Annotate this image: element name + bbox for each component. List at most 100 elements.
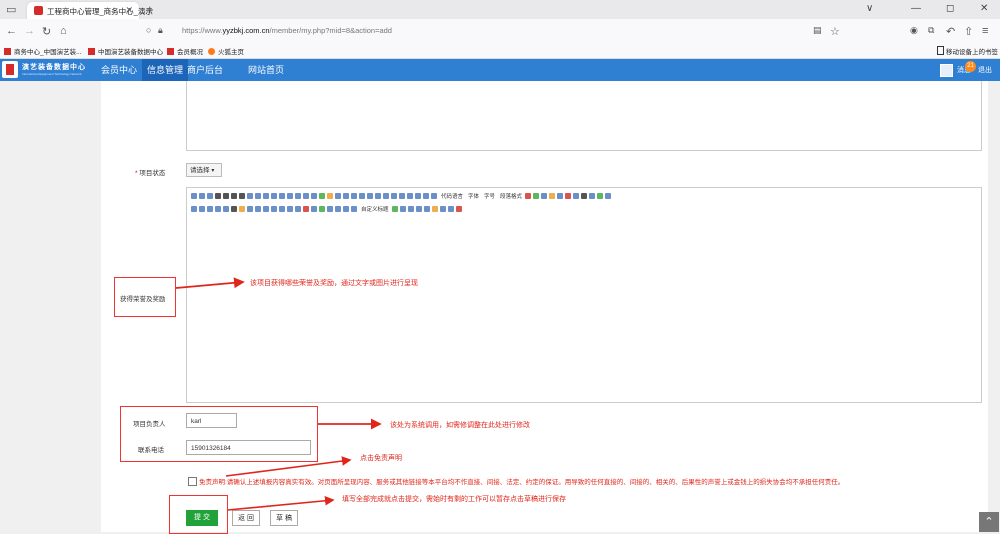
bookmark-star-icon[interactable]: ☆	[830, 25, 840, 38]
snapscreen-icon[interactable]	[439, 206, 446, 212]
emotion-icon[interactable]	[327, 193, 333, 199]
print-icon[interactable]	[287, 193, 293, 199]
disclaimer-checkbox[interactable]	[188, 477, 197, 486]
browser-tab[interactable]: 工程商中心管理_商务中心_演示 ✕	[27, 2, 153, 19]
close-tab-icon[interactable]: ✕	[125, 5, 133, 16]
fullscreen-icon[interactable]	[431, 193, 437, 199]
source-icon[interactable]	[423, 193, 429, 199]
mobile-bookmarks[interactable]: 移动设备上的书签	[937, 46, 998, 56]
site-logo-icon[interactable]	[2, 61, 18, 78]
insert-code-icon[interactable]	[319, 206, 325, 212]
ltr-icon[interactable]	[271, 206, 277, 212]
preview-icon[interactable]	[295, 193, 301, 199]
forward-icon[interactable]: →	[24, 25, 35, 37]
logout-link[interactable]: 退出	[978, 65, 992, 75]
outdent-icon[interactable]	[207, 206, 213, 212]
edit-tip-icon[interactable]	[455, 206, 462, 212]
map-icon[interactable]	[557, 193, 564, 199]
leader-input[interactable]: karl	[186, 413, 237, 428]
phone-input[interactable]: 15901326184	[186, 440, 311, 455]
draft-button[interactable]: 草 稿	[270, 510, 298, 526]
menu-site-home[interactable]: 网站首页	[243, 59, 289, 81]
help-icon[interactable]	[191, 206, 197, 212]
folder-icon[interactable]	[431, 206, 438, 212]
remove-format-icon[interactable]	[343, 206, 349, 212]
submit-button[interactable]: 提 交	[186, 510, 218, 526]
anchor-icon[interactable]	[191, 193, 197, 199]
code-language-dropdown[interactable]: 代码语言	[441, 192, 463, 200]
paragraph-spacing-icon[interactable]	[223, 206, 229, 212]
delete-row-icon[interactable]	[375, 193, 381, 199]
status-select[interactable]: 请选择 ▾	[186, 163, 222, 177]
justify-icon[interactable]	[415, 193, 421, 199]
italic-icon[interactable]	[223, 193, 229, 199]
table-icon[interactable]	[335, 193, 341, 199]
link-icon[interactable]	[319, 193, 325, 199]
subscript-icon[interactable]	[247, 193, 253, 199]
special-char-icon[interactable]	[573, 193, 580, 199]
delete-col-icon[interactable]	[383, 193, 389, 199]
multi-image-icon[interactable]	[533, 193, 540, 199]
pre-icon[interactable]	[279, 193, 285, 199]
align-center-icon[interactable]	[399, 193, 405, 199]
list-all-tabs-icon[interactable]: ∨	[866, 3, 873, 14]
page-scrollbar[interactable]	[988, 81, 1000, 532]
insert-col-icon[interactable]	[351, 193, 357, 199]
attachment-icon[interactable]	[565, 193, 572, 199]
date-icon[interactable]	[581, 193, 588, 199]
bold-icon[interactable]	[215, 193, 221, 199]
rtl-icon[interactable]	[263, 206, 269, 212]
font-color-icon[interactable]	[231, 206, 237, 212]
maximize-icon[interactable]: ◻	[946, 3, 954, 14]
time-icon[interactable]	[589, 193, 596, 199]
awards-rich-text-editor[interactable]: 代码语言 字体 字号 段落格式 自定义标题	[186, 187, 982, 403]
highlight-icon[interactable]	[239, 206, 245, 212]
share-icon[interactable]: ⇧	[964, 25, 973, 38]
message-icon[interactable]	[940, 64, 953, 77]
indent-icon[interactable]	[199, 206, 205, 212]
lock-icon[interactable]: 🔒︎	[158, 25, 163, 36]
wordcount-icon[interactable]	[407, 206, 414, 212]
back-button[interactable]: 返 回	[232, 510, 260, 526]
bookmark-item[interactable]: 火狐主页	[208, 46, 244, 56]
insert-frame-icon[interactable]	[303, 206, 309, 212]
reader-view-icon[interactable]: ▤	[813, 25, 822, 36]
home-icon[interactable]: ⌂	[60, 25, 67, 37]
account-icon[interactable]: ◉	[910, 25, 918, 36]
align-right-icon[interactable]	[407, 193, 413, 199]
select-all-icon[interactable]	[327, 206, 333, 212]
redo-icon[interactable]	[207, 193, 213, 199]
unordered-list-icon[interactable]	[255, 206, 261, 212]
strikethrough-icon[interactable]	[239, 193, 245, 199]
bookmark-item[interactable]: 中国演艺装备数据中心	[88, 46, 163, 56]
disclaimer-text[interactable]: 免责声明:请确认上述填报内容真实有效。对页面所呈现内容、服务或其他链接等本平台均…	[199, 476, 844, 486]
reload-icon[interactable]: ↻	[42, 25, 51, 38]
image-icon[interactable]	[525, 193, 532, 199]
previous-editor-area[interactable]	[186, 81, 982, 151]
split-cells-icon[interactable]	[367, 193, 373, 199]
template-icon[interactable]	[597, 193, 604, 199]
paragraph-format-dropdown[interactable]: 段落格式	[500, 192, 522, 200]
window-close-icon[interactable]: ✕	[980, 3, 988, 14]
back-icon[interactable]: ←	[6, 25, 17, 37]
quote-icon[interactable]	[271, 193, 277, 199]
background-icon[interactable]	[605, 193, 612, 199]
upper-case-icon[interactable]	[287, 206, 293, 212]
underline-icon[interactable]	[231, 193, 237, 199]
align-left-icon[interactable]	[391, 193, 397, 199]
format-match-icon[interactable]	[335, 206, 341, 212]
search-icon[interactable]	[303, 193, 309, 199]
word-image-icon[interactable]	[399, 206, 406, 212]
page-break-icon[interactable]	[311, 206, 317, 212]
music-icon[interactable]	[549, 193, 556, 199]
auto-typeset-icon[interactable]	[351, 206, 357, 212]
font-family-dropdown[interactable]: 字体	[468, 192, 479, 200]
scrawl-icon[interactable]	[391, 206, 398, 212]
font-size-dropdown[interactable]: 字号	[484, 192, 495, 200]
insert-row-icon[interactable]	[343, 193, 349, 199]
menu-merchant-backend[interactable]: 商户后台	[182, 59, 228, 81]
superscript-icon[interactable]	[255, 193, 261, 199]
merge-cells-icon[interactable]	[359, 193, 365, 199]
menu-icon[interactable]: ≡	[982, 25, 988, 37]
tab-list-icon[interactable]: ▭	[6, 3, 16, 16]
